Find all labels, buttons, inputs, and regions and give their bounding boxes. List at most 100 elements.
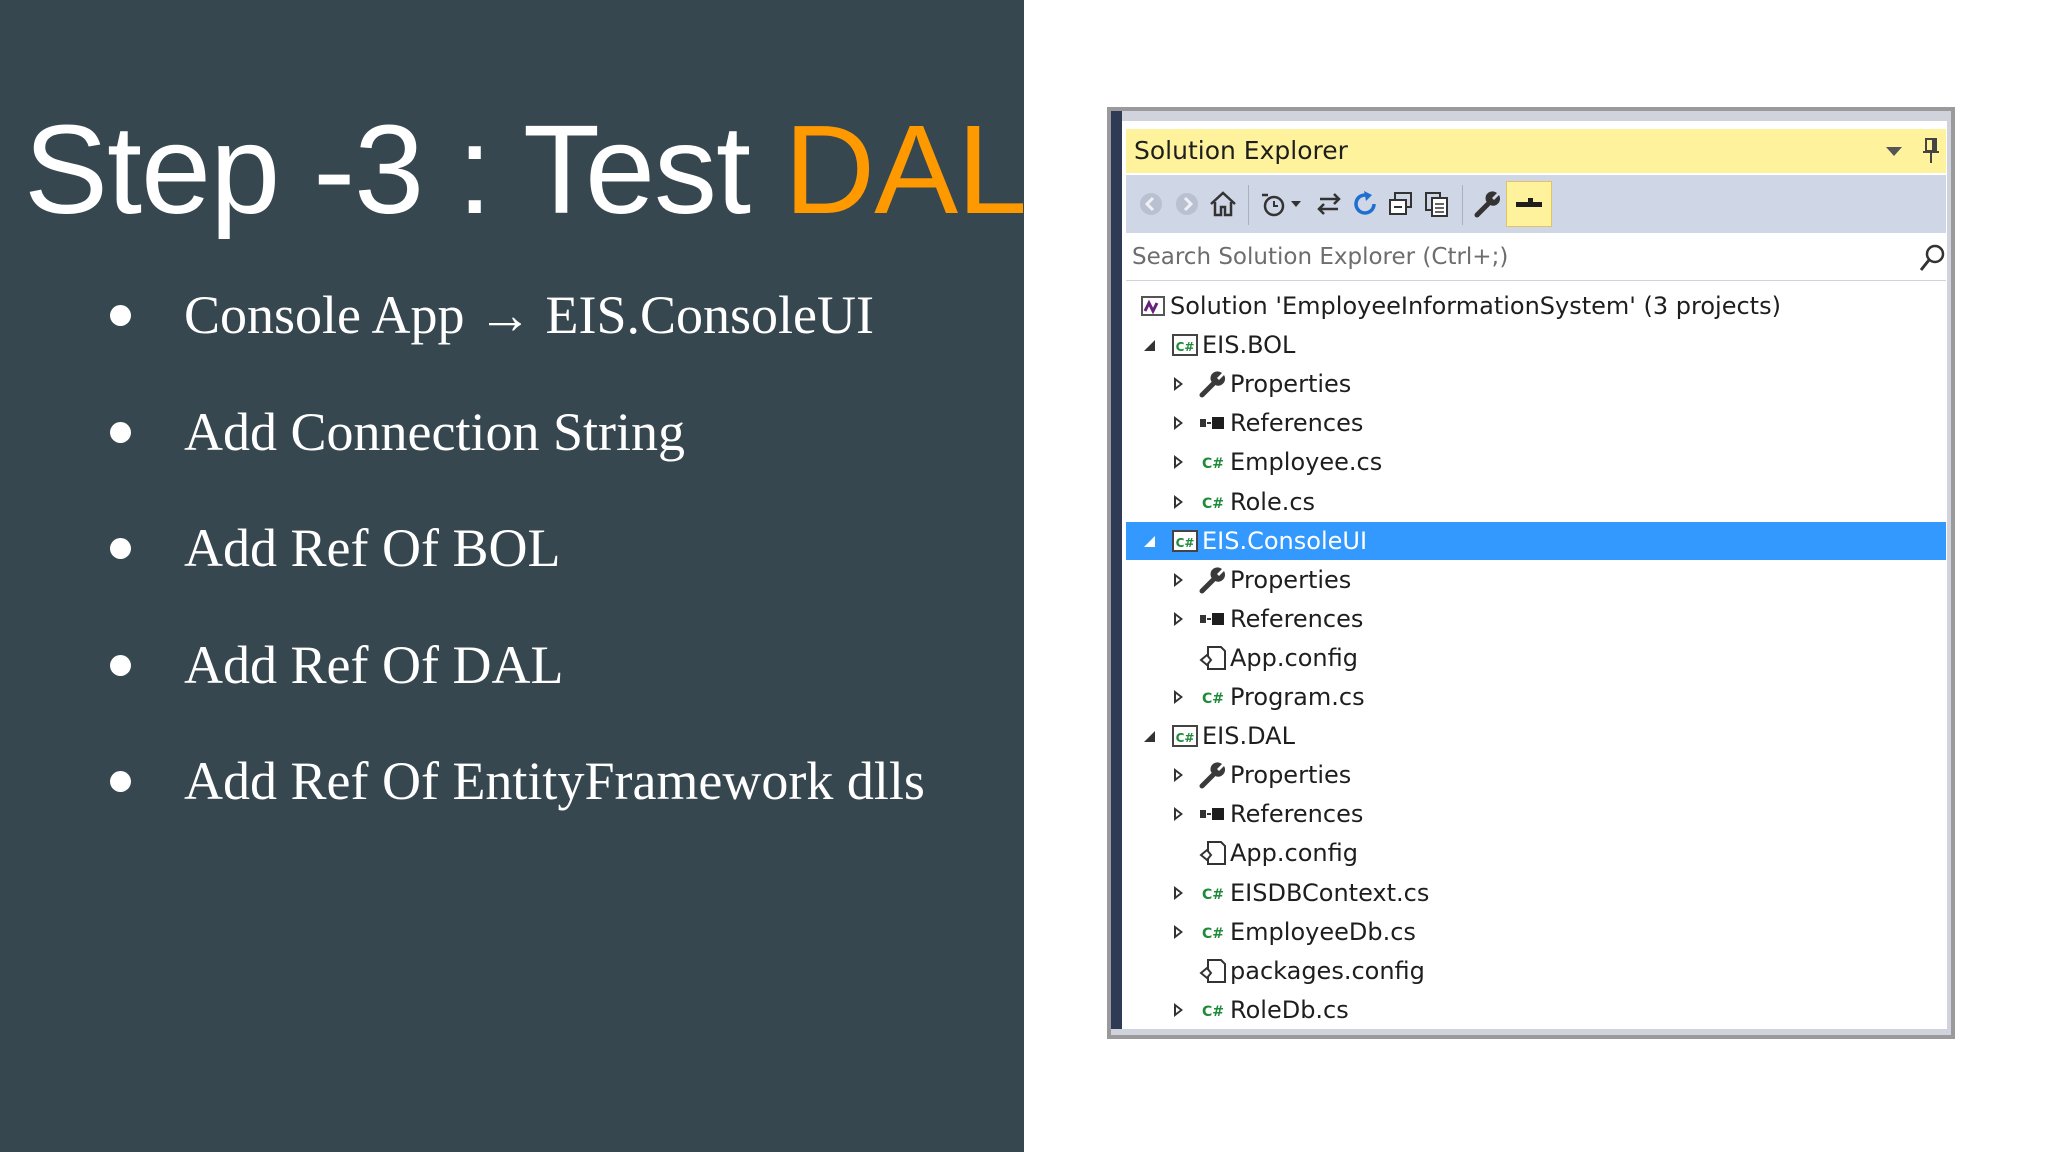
solution-node[interactable]: Solution 'EmployeeInformationSystem' (3 …	[1126, 287, 1946, 325]
search-input[interactable]	[1132, 239, 1892, 275]
references-icon	[1198, 408, 1228, 438]
tree-item[interactable]: Properties	[1126, 756, 1946, 794]
csharp-project-icon: C#	[1170, 721, 1200, 751]
tree-item-label: Employee.cs	[1230, 448, 1383, 477]
refresh-icon[interactable]	[1348, 187, 1382, 221]
expand-arrow-icon[interactable]	[1168, 991, 1188, 1029]
bullet-dot-icon	[110, 654, 131, 676]
tree-item[interactable]: C# EISDBContext.cs	[1126, 874, 1946, 912]
bullet-dot-icon	[110, 771, 131, 792]
expand-arrow-icon[interactable]	[1168, 678, 1188, 716]
tree-item-label: EIS.BOL	[1202, 331, 1296, 360]
references-icon	[1198, 799, 1228, 829]
solution-explorer-titlebar[interactable]: Solution Explorer	[1126, 129, 1946, 173]
project-node[interactable]: C# EIS.BOL	[1126, 326, 1946, 364]
tree-item-label: Properties	[1230, 761, 1352, 790]
window-frame-top	[1111, 111, 1951, 121]
bullet-text: Console App → EIS.ConsoleUI	[184, 285, 875, 345]
svg-text:C#: C#	[1176, 340, 1195, 354]
tree-item-label: App.config	[1230, 643, 1358, 672]
project-node[interactable]: C# EIS.ConsoleUI	[1126, 521, 1946, 560]
expand-arrow-icon[interactable]	[1168, 404, 1188, 442]
svg-text:C#: C#	[1202, 1004, 1224, 1020]
window-frame-right	[1947, 111, 1951, 1035]
tree-item[interactable]: C# Program.cs	[1126, 678, 1946, 716]
tree-item-label: App.config	[1230, 839, 1358, 868]
bullet-dot-icon	[110, 421, 131, 443]
svg-text:C#: C#	[1202, 496, 1224, 512]
collapse-all-icon[interactable]	[1384, 187, 1418, 221]
wrench-icon	[1198, 369, 1228, 399]
wrench-icon	[1198, 565, 1228, 595]
window-frame-bottom	[1111, 1029, 1951, 1035]
csharp-file-icon: C#	[1198, 995, 1228, 1025]
expand-arrow-icon[interactable]	[1168, 913, 1188, 951]
toolbar-separator	[1462, 185, 1463, 225]
home-icon[interactable]	[1206, 187, 1240, 221]
tree-item-label: Solution 'EmployeeInformationSystem' (3 …	[1170, 292, 1781, 320]
expand-arrow-icon[interactable]	[1168, 443, 1188, 481]
slide-panel: Step -3 : Test DAL Console App → EIS.Con…	[0, 0, 1027, 1152]
tree-item[interactable]: C# Employee.cs	[1126, 443, 1946, 481]
sync-with-active-document-icon[interactable]	[1312, 187, 1346, 221]
pending-changes-filter-icon[interactable]	[1256, 187, 1290, 221]
slide-title: Step -3 : Test DAL	[24, 95, 1027, 245]
tree-item-label: References	[1230, 604, 1364, 633]
forward-icon[interactable]	[1170, 187, 1204, 221]
bullet-text: Add Connection String	[184, 401, 685, 462]
collapse-arrow-icon[interactable]	[1140, 326, 1160, 364]
preview-selected-items-icon[interactable]	[1506, 181, 1552, 227]
tree-item[interactable]: packages.config	[1126, 952, 1946, 990]
csharp-file-icon: C#	[1198, 917, 1228, 947]
toolbar-separator	[1248, 185, 1249, 225]
slide-title-main: Step -3 : Test	[24, 99, 785, 240]
solution-explorer-toolbar	[1126, 175, 1946, 233]
tree-item[interactable]: App.config	[1126, 834, 1946, 872]
tree-item[interactable]: C# EmployeeDb.cs	[1126, 913, 1946, 951]
svg-text:C#: C#	[1202, 456, 1224, 472]
pin-icon[interactable]	[1922, 137, 1940, 165]
tree-item-label: EIS.ConsoleUI	[1202, 526, 1368, 555]
tree-item[interactable]: Properties	[1126, 365, 1946, 403]
tree-item[interactable]: References	[1126, 404, 1946, 442]
expand-arrow-icon[interactable]	[1168, 483, 1188, 521]
chevron-down-icon[interactable]	[1286, 187, 1306, 221]
expand-arrow-icon[interactable]	[1168, 600, 1188, 638]
bullet-text: Add Ref Of DAL	[184, 634, 564, 695]
expand-arrow-icon[interactable]	[1168, 561, 1188, 599]
window-menu-dropdown-icon[interactable]	[1886, 147, 1902, 156]
tree-item[interactable]: Properties	[1126, 561, 1946, 599]
tree-item-label: References	[1230, 800, 1364, 829]
csharp-file-icon: C#	[1198, 682, 1228, 712]
tree-item-label: References	[1230, 409, 1364, 438]
project-node[interactable]: C# EIS.DAL	[1126, 717, 1946, 755]
tree-item-label: EIS.DAL	[1202, 722, 1295, 751]
tree-item[interactable]: C# RoleDb.cs	[1126, 991, 1946, 1029]
bullet-text: Add Ref Of EntityFramework dlls	[184, 751, 925, 811]
config-file-icon	[1198, 838, 1228, 868]
solution-explorer-search	[1126, 235, 1946, 281]
expand-arrow-icon[interactable]	[1168, 795, 1188, 833]
solution-icon	[1138, 291, 1168, 321]
csharp-project-icon: C#	[1170, 526, 1200, 556]
search-icon[interactable]	[1918, 243, 1946, 273]
tree-item[interactable]: References	[1126, 795, 1946, 833]
show-all-files-icon[interactable]	[1420, 187, 1454, 221]
collapse-arrow-icon[interactable]	[1140, 717, 1160, 755]
expand-arrow-icon[interactable]	[1168, 365, 1188, 403]
tree-item-label: packages.config	[1230, 956, 1425, 985]
csharp-project-icon: C#	[1170, 330, 1200, 360]
window-frame-left	[1111, 111, 1122, 1035]
collapse-arrow-icon[interactable]	[1140, 522, 1160, 560]
tree-item[interactable]: References	[1126, 600, 1946, 638]
back-icon[interactable]	[1134, 187, 1168, 221]
csharp-file-icon: C#	[1198, 487, 1228, 517]
expand-arrow-icon[interactable]	[1168, 756, 1188, 794]
tree-item[interactable]: App.config	[1126, 639, 1946, 677]
properties-icon[interactable]	[1470, 187, 1504, 221]
config-file-icon	[1198, 956, 1228, 986]
expand-arrow-icon[interactable]	[1168, 874, 1188, 912]
bullet-text: Add Ref Of BOL	[184, 518, 561, 578]
tree-item-label: Properties	[1230, 370, 1352, 399]
tree-item[interactable]: C# Role.cs	[1126, 483, 1946, 521]
